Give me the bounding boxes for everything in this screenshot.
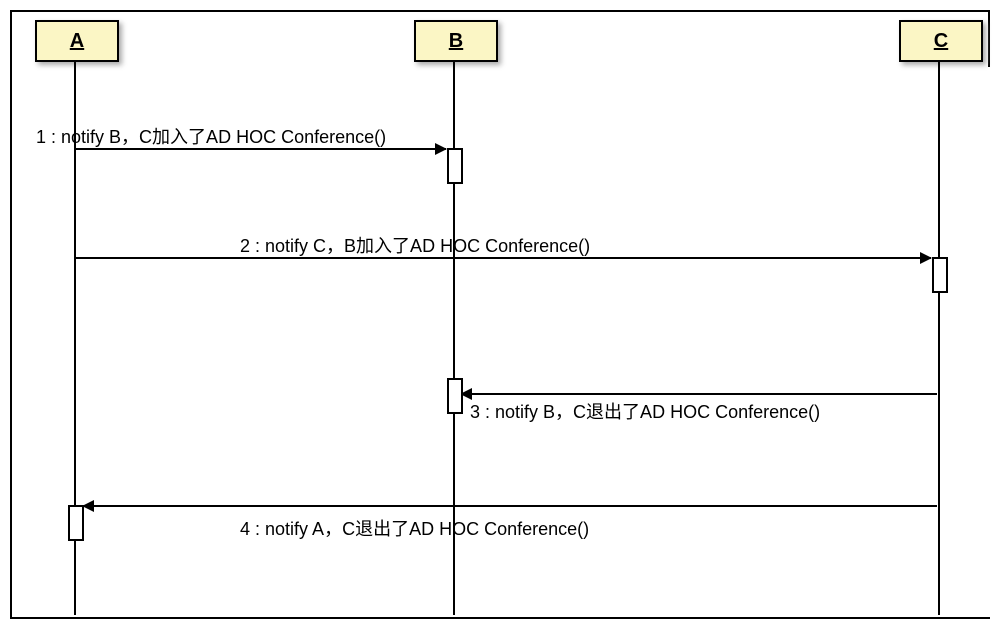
activation-c-1 xyxy=(932,257,948,293)
msg4-label: 4 : notify A，C退出了AD HOC Conference() xyxy=(240,515,589,541)
msg2-arrow xyxy=(76,257,931,259)
msg3-label: 3 : notify B，C退出了AD HOC Conference() xyxy=(470,398,820,424)
activation-b-1 xyxy=(447,148,463,184)
arrow-head-icon xyxy=(920,252,932,264)
participant-a-label: A xyxy=(70,30,84,53)
msg1-label: 1 : notify B，C加入了AD HOC Conference() xyxy=(36,123,386,149)
sequence-diagram: A B C 1 : notify B，C加入了AD HOC Conference… xyxy=(10,10,990,630)
activation-a-1 xyxy=(68,505,84,541)
diagram-frame-right xyxy=(988,12,990,67)
participant-c: C xyxy=(899,20,983,62)
participant-c-label: C xyxy=(934,30,948,53)
arrow-head-icon xyxy=(435,143,447,155)
msg2-label: 2 : notify C，B加入了AD HOC Conference() xyxy=(240,232,590,258)
participant-b-label: B xyxy=(449,30,463,53)
participant-b: B xyxy=(414,20,498,62)
activation-b-2 xyxy=(447,378,463,414)
msg1-arrow xyxy=(76,148,446,150)
lifeline-c xyxy=(938,60,940,615)
msg4-arrow xyxy=(83,505,937,507)
participant-a: A xyxy=(35,20,119,62)
msg3-arrow xyxy=(461,393,937,395)
